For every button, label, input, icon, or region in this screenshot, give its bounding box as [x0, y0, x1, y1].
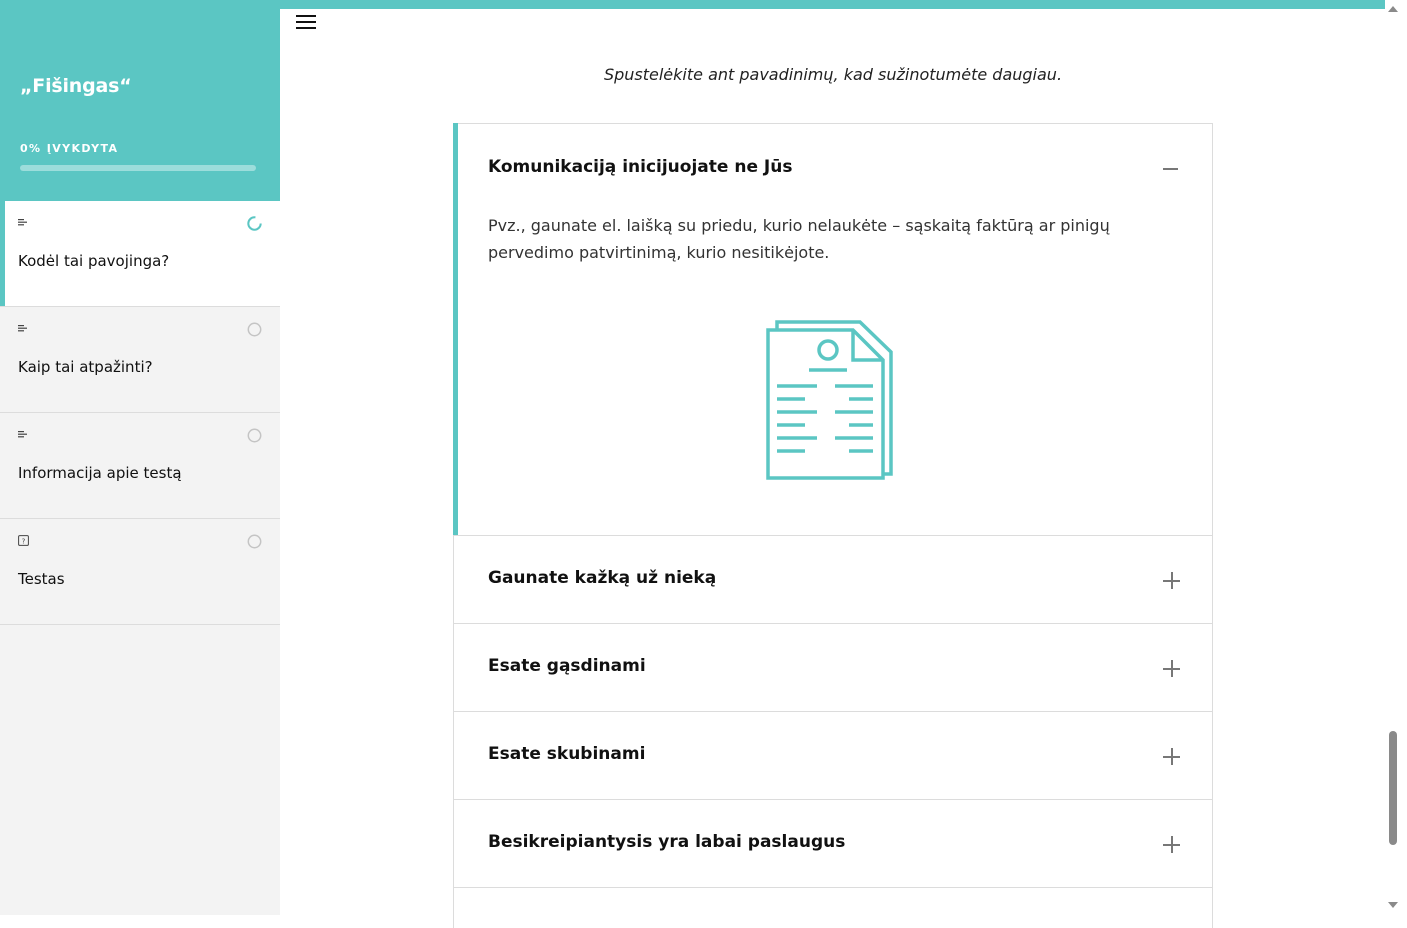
- sidebar-item-kodel-tai-pavojinga[interactable]: Kodėl tai pavojinga?: [0, 201, 280, 307]
- accordion-active-bar: [453, 123, 458, 535]
- course-sidebar: „Fišingas“ 0% ĮVYKDYTA Kodėl tai pavojin…: [0, 0, 280, 915]
- sidebar-item-kaip-tai-atpazinti[interactable]: Kaip tai atpažinti?: [0, 307, 280, 413]
- sidebar-header: „Fišingas“ 0% ĮVYKDYTA: [0, 0, 280, 201]
- expand-plus-icon[interactable]: [1163, 836, 1180, 853]
- scrollbar-thumb[interactable]: [1389, 731, 1397, 845]
- lines-icon: [18, 219, 27, 226]
- accordion-item-body: Pvz., gaunate el. laišką su priedu, kuri…: [488, 216, 1110, 262]
- empty-circle-icon: [247, 428, 262, 443]
- accordion-item-next-partial: [453, 888, 1213, 928]
- expand-plus-icon[interactable]: [1163, 748, 1180, 765]
- sidebar-item-label: Kaip tai atpažinti?: [18, 358, 153, 376]
- accordion-item-title[interactable]: Komunikaciją inicijuojate ne Jūs: [488, 157, 792, 177]
- accordion-item-title[interactable]: Esate skubinami: [488, 744, 645, 764]
- sidebar-item-label: Kodėl tai pavojinga?: [18, 252, 170, 270]
- accordion-item-esate-skubinami[interactable]: Esate skubinami: [453, 712, 1213, 800]
- scroll-down-arrow-icon[interactable]: [1388, 902, 1398, 908]
- accordion: Komunikaciją inicijuojate ne Jūs Pvz., g…: [453, 123, 1213, 928]
- lines-icon: [18, 431, 27, 438]
- progress-bar: [20, 165, 256, 171]
- accordion-item-title[interactable]: Esate gąsdinami: [488, 656, 646, 676]
- accordion-item-title[interactable]: Gaunate kažką už nieką: [488, 568, 716, 588]
- scroll-up-arrow-icon[interactable]: [1388, 6, 1398, 12]
- sidebar-item-label: Testas: [18, 570, 65, 588]
- collapse-minus-icon[interactable]: [1163, 168, 1178, 170]
- accordion-item-esate-gasdinami[interactable]: Esate gąsdinami: [453, 624, 1213, 712]
- in-progress-icon: [247, 216, 262, 231]
- accordion-item-besikreipiantysis-paslaugus[interactable]: Besikreipiantysis yra labai paslaugus: [453, 800, 1213, 888]
- expand-plus-icon[interactable]: [1163, 572, 1180, 589]
- svg-text:?: ?: [22, 537, 26, 545]
- document-icon: [766, 320, 893, 480]
- sidebar-item-label: Informacija apie testą: [18, 464, 182, 482]
- accordion-item-title[interactable]: Besikreipiantysis yra labai paslaugus: [488, 832, 845, 852]
- empty-circle-icon: [247, 534, 262, 549]
- active-indicator: [0, 201, 5, 306]
- instruction-text: Spustelėkite ant pavadinimų, kad sužinot…: [603, 65, 1063, 84]
- top-accent-bar: [280, 0, 1385, 9]
- hamburger-menu-icon[interactable]: [292, 10, 320, 34]
- empty-circle-icon: [247, 322, 262, 337]
- expand-plus-icon[interactable]: [1163, 660, 1180, 677]
- sidebar-item-testas[interactable]: ? Testas: [0, 519, 280, 625]
- sidebar-item-informacija-apie-testa[interactable]: Informacija apie testą: [0, 413, 280, 519]
- accordion-item-gaunate-kazka-uz-nieka[interactable]: Gaunate kažką už nieką: [453, 536, 1213, 624]
- quiz-icon: ?: [18, 535, 29, 546]
- progress-label: 0% ĮVYKDYTA: [20, 142, 119, 155]
- course-title: „Fišingas“: [20, 75, 132, 97]
- accordion-item-open: Komunikaciją inicijuojate ne Jūs Pvz., g…: [453, 123, 1213, 536]
- lines-icon: [18, 325, 27, 332]
